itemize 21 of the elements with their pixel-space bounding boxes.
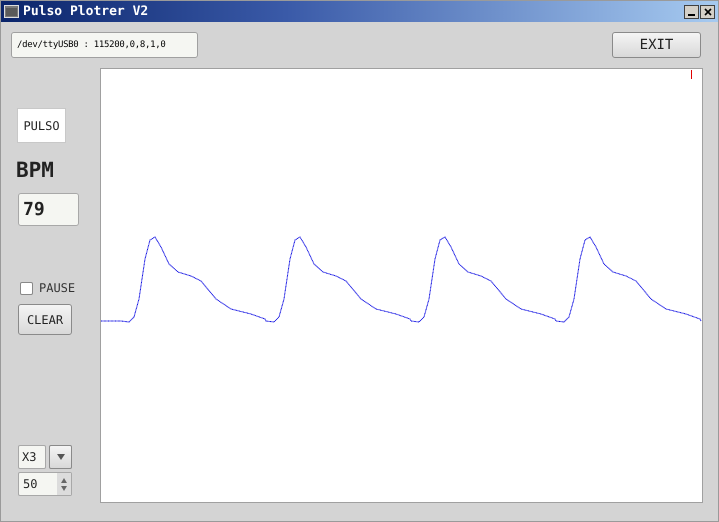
pause-label[interactable]: PAUSE [39, 279, 76, 297]
minimize-button[interactable] [684, 4, 699, 18]
bpm-value: 79 [18, 193, 79, 226]
cursor-line [691, 70, 692, 80]
exit-button[interactable]: EXIT [612, 32, 701, 58]
caret-icon [56, 454, 64, 460]
dropdown-button[interactable] [49, 445, 72, 469]
scale-field[interactable]: X3 [18, 445, 46, 469]
close-button[interactable] [700, 4, 715, 18]
up-arrow-icon[interactable] [61, 478, 67, 482]
pulse-label: PULSO [17, 108, 66, 143]
close-icon [704, 8, 712, 16]
port-field[interactable]: /dev/ttyUSB0 : 115200,0,8,1,0 [11, 32, 198, 58]
down-arrow-icon[interactable] [61, 486, 67, 490]
pause-checkbox[interactable] [20, 282, 33, 294]
clear-button[interactable]: CLEAR [18, 304, 72, 335]
spin-value: 50 [22, 476, 38, 493]
bpm-label: BPM [16, 160, 54, 181]
spin-box[interactable]: 50 [18, 472, 72, 496]
window-title: Pulso Plotrer V2 [23, 2, 148, 21]
window-icon [4, 5, 19, 18]
